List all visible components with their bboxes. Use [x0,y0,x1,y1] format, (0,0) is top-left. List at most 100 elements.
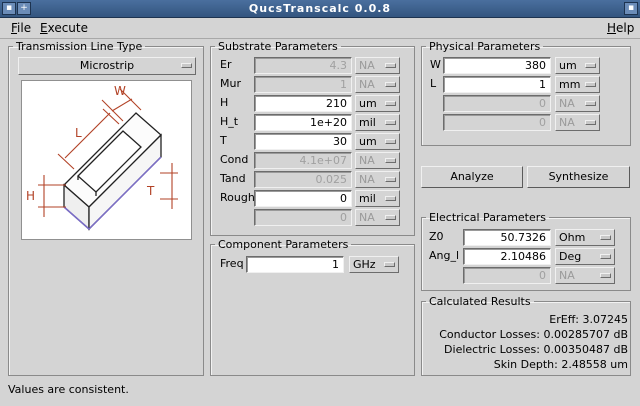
menu-bar: File Execute Help [0,19,640,39]
substrate-tand-input: 0.025 [254,171,352,188]
chevron-down-icon [385,215,396,220]
substrate-rough-unit-select[interactable]: mil [355,190,400,207]
substrate-rough-unit-value: mil [359,192,376,205]
chevron-down-icon [385,101,396,106]
electrical-z0-label: Z0 [429,230,444,243]
substrate-t-unit-select[interactable]: um [355,133,400,150]
substrate-cond-unit-value: NA [359,154,375,167]
substrate-rough-label: Rough [220,191,255,204]
physical-extra-2-input: 0 [443,95,551,112]
microstrip-diagram: W L H T [21,80,192,240]
substrate-mur-unit-value: NA [359,78,375,91]
substrate-h-t-input[interactable]: 1e+20 [254,114,352,131]
electrical-extra-input: 0 [463,267,551,284]
physical-l-input[interactable]: 1 [443,76,551,93]
substrate-er-unit-value: NA [359,59,375,72]
substrate-h-t-label: H_t [220,115,239,128]
substrate-extra-unit-value: NA [359,211,375,224]
substrate-extra-input: 0 [254,209,352,226]
status-bar: Values are consistent. [8,383,129,396]
menu-help[interactable]: Help [607,21,634,35]
electrical-z0-unit-value: Ohm [559,231,586,244]
physical-w-unit-select[interactable]: um [555,57,600,74]
physical-extra-2-unit-select: NA [555,95,600,112]
freq-label: Freq [220,257,244,270]
substrate-cond-input: 4.1e+07 [254,152,352,169]
electrical-z0-unit-select[interactable]: Ohm [555,229,615,246]
chevron-down-icon [385,139,396,144]
electrical-ang-l-label: Ang_l [429,249,460,262]
chevron-down-icon [600,235,611,240]
window-title: QucsTranscalc 0.0.8 [248,2,392,15]
physical-extra-3-unit-select: NA [555,114,600,131]
diagram-label-h: H [26,189,35,203]
electrical-ang-l-unit-value: Deg [559,250,582,263]
freq-unit-select[interactable]: GHz [349,256,399,273]
substrate-rough-input[interactable]: 0 [254,190,352,207]
physical-extra-3-input: 0 [443,114,551,131]
menu-file[interactable]: File [11,21,31,35]
electrical-ang-l-input[interactable]: 2.10486 [463,248,551,265]
electrical-extra-unit-value: NA [559,269,575,282]
chevron-down-icon [585,82,596,87]
substrate-t-input[interactable]: 30 [254,133,352,150]
electrical-z0-input[interactable]: 50.7326 [463,229,551,246]
physical-w-unit-value: um [559,59,577,72]
substrate-h-t-unit-select[interactable]: mil [355,114,400,131]
physical-l-label: L [430,77,437,90]
chevron-down-icon [600,254,611,259]
electrical-legend: Electrical Parameters [429,211,547,224]
chevron-down-icon [385,82,396,87]
substrate-er-input: 4.3 [254,57,352,74]
chevron-down-icon [585,101,596,106]
substrate-mur-input: 1 [254,76,352,93]
result-line: Conductor Losses: 0.00285707 dB [439,328,628,341]
substrate-h-t-unit-value: mil [359,116,376,129]
substrate-mur-label: Mur [220,77,241,90]
substrate-er-unit-select: NA [355,57,400,74]
chevron-down-icon [385,158,396,163]
substrate-h-input[interactable]: 210 [254,95,352,112]
substrate-tand-unit-value: NA [359,173,375,186]
chevron-down-icon [385,177,396,182]
physical-l-unit-value: mm [559,78,581,91]
chevron-down-icon [600,273,611,278]
close-button[interactable]: ▪ [624,2,638,15]
diagram-label-l: L [75,126,82,140]
result-line: ErEff: 3.07245 [549,313,628,326]
substrate-h-unit-select[interactable]: um [355,95,400,112]
line-type-select[interactable]: Microstrip [18,57,196,75]
chevron-down-icon [385,120,396,125]
electrical-ang-l-unit-select[interactable]: Deg [555,248,615,265]
substrate-tand-label: Tand [220,172,246,185]
line-type-legend: Transmission Line Type [16,40,143,53]
physical-w-label: W [430,58,441,71]
substrate-legend: Substrate Parameters [218,40,338,53]
freq-input[interactable]: 1 [246,256,344,273]
substrate-tand-unit-select: NA [355,171,400,188]
physical-legend: Physical Parameters [429,40,541,53]
synthesize-button[interactable]: Synthesize [527,166,630,188]
substrate-er-label: Er [220,58,232,71]
physical-w-input[interactable]: 380 [443,57,551,74]
diagram-label-w: W [114,84,126,98]
substrate-t-unit-value: um [359,135,377,148]
result-line: Skin Depth: 2.48558 um [493,358,628,371]
line-type-value: Microstrip [79,59,135,72]
chevron-down-icon [585,120,596,125]
substrate-h-label: H [220,96,229,109]
physical-l-unit-select[interactable]: mm [555,76,600,93]
electrical-extra-unit-select: NA [555,267,615,284]
chevron-down-icon [385,196,396,201]
menu-execute[interactable]: Execute [40,21,88,35]
substrate-extra-unit-select: NA [355,209,400,226]
chevron-down-icon [585,63,596,68]
results-legend: Calculated Results [429,295,531,308]
analyze-button[interactable]: Analyze [421,166,523,188]
physical-extra-2-unit-value: NA [559,97,575,110]
substrate-mur-unit-select: NA [355,76,400,93]
physical-extra-3-unit-value: NA [559,116,575,129]
substrate-cond-label: Cond [220,153,249,166]
substrate-cond-unit-select: NA [355,152,400,169]
chevron-down-icon [385,63,396,68]
